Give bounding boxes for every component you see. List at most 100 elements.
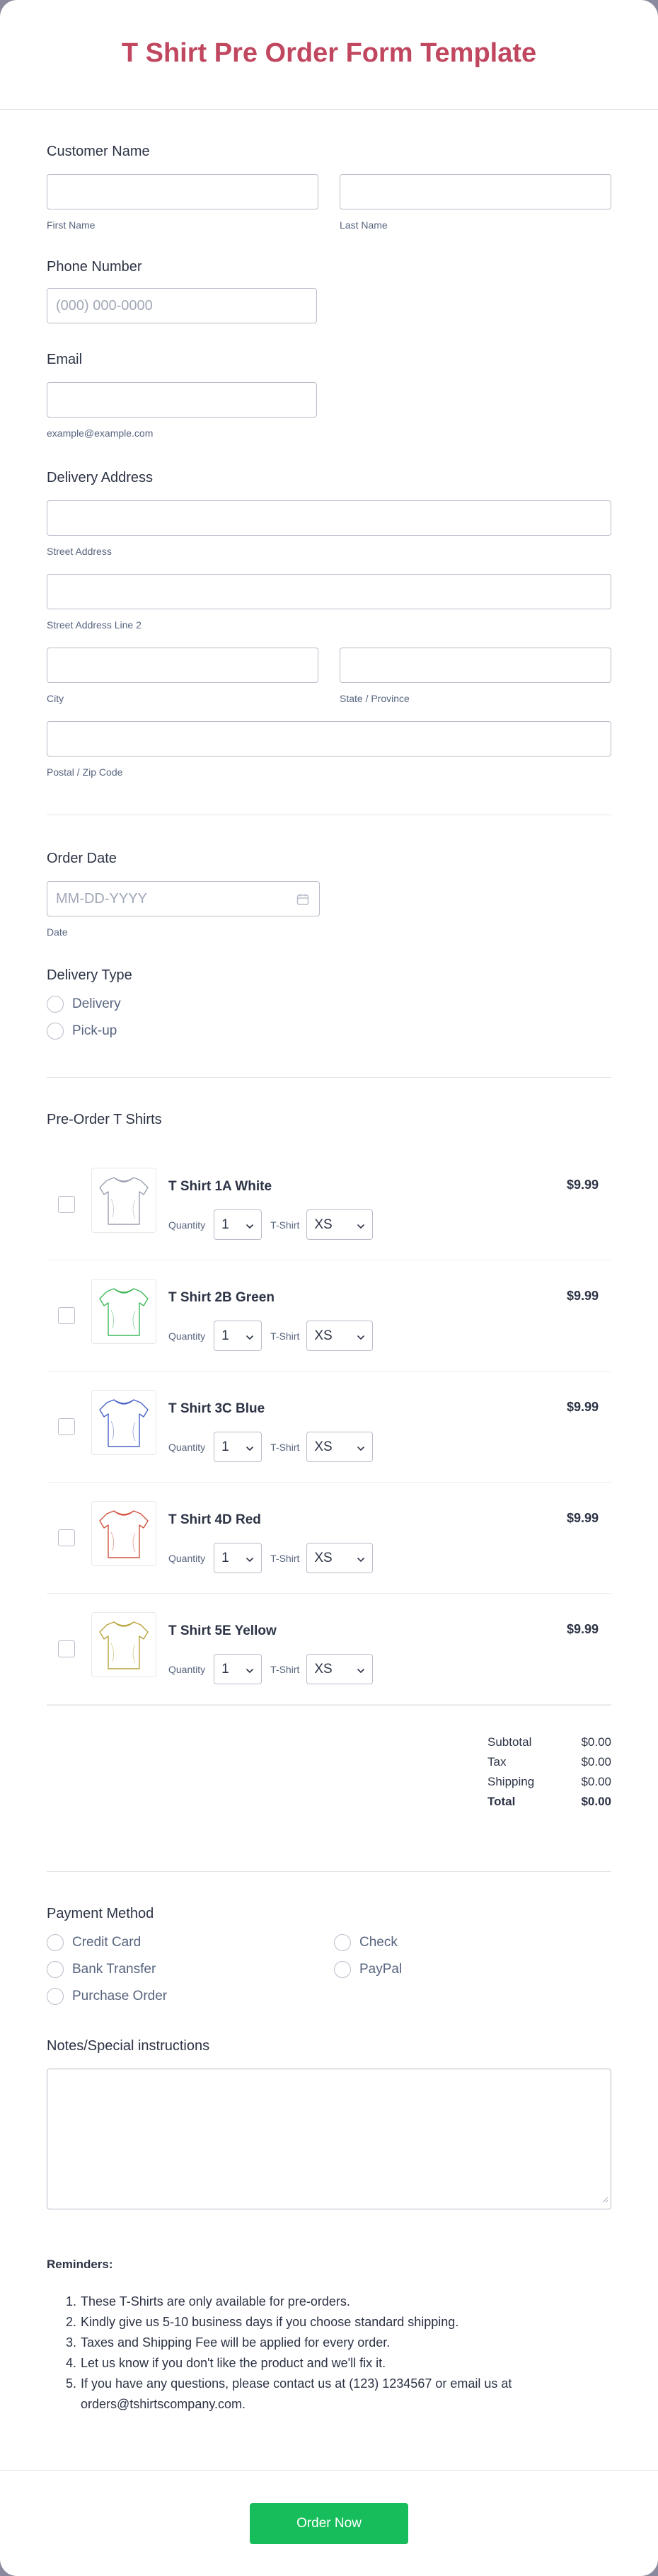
quantity-select[interactable]: 1 (214, 1321, 262, 1351)
street2-sublabel: Street Address Line 2 (47, 619, 142, 631)
shipping-value: $0.00 (581, 1775, 611, 1788)
pickup-radio[interactable] (47, 1023, 64, 1040)
size-label: T-Shirt (270, 1219, 300, 1231)
order-date-label: Order Date (47, 851, 117, 866)
product-checkbox[interactable] (58, 1307, 75, 1324)
paypal-radio[interactable] (334, 1961, 351, 1978)
product-checkbox[interactable] (58, 1196, 75, 1213)
product-checkbox[interactable] (58, 1640, 75, 1657)
delivery-option[interactable]: Delivery (47, 991, 611, 1018)
product-name: T Shirt 3C Blue (168, 1401, 265, 1416)
calendar-icon[interactable] (296, 893, 309, 910)
phone-field: Phone Number (000) 000-0000 (47, 259, 611, 323)
last-name-sublabel: Last Name (340, 219, 388, 231)
product-row: T Shirt 2B Green $9.99 Quantity 1 T-Shir… (47, 1260, 611, 1372)
zip-input[interactable] (47, 721, 611, 757)
street-sublabel: Street Address (47, 546, 112, 557)
phone-placeholder: (000) 000-0000 (56, 297, 153, 314)
product-checkbox[interactable] (58, 1529, 75, 1546)
product-price: $9.99 (566, 1178, 599, 1192)
notes-field: Notes/Special instructions (47, 2038, 611, 2209)
quantity-select[interactable]: 1 (214, 1543, 262, 1573)
product-checkbox[interactable] (58, 1418, 75, 1435)
chevron-down-icon (246, 1553, 254, 1568)
reminder-item: 2. Kindly give us 5-10 business days if y… (65, 2315, 459, 2329)
street2-input[interactable] (47, 574, 611, 609)
notes-label: Notes/Special instructions (47, 2038, 210, 2054)
last-name-input[interactable] (340, 174, 611, 209)
payment-option-purchase-order[interactable]: Purchase Order (47, 1983, 334, 2010)
credit-card-radio[interactable] (47, 1934, 64, 1951)
tshirt-image (91, 1501, 156, 1566)
payment-option-paypal[interactable]: PayPal (334, 1956, 402, 1983)
bank-transfer-radio[interactable] (47, 1961, 64, 1978)
tax-value: $0.00 (581, 1755, 611, 1769)
street-input[interactable] (47, 500, 611, 536)
size-select[interactable]: XS (306, 1543, 374, 1573)
delivery-radio[interactable] (47, 996, 64, 1013)
payment-option-credit-card[interactable]: Credit Card (47, 1929, 334, 1956)
products-divider (47, 1705, 611, 1706)
size-select[interactable]: XS (306, 1321, 374, 1351)
paypal-label: PayPal (359, 1962, 403, 1977)
first-name-input[interactable] (47, 174, 318, 209)
form-footer: Order Now (0, 2470, 658, 2576)
bank-transfer-label: Bank Transfer (72, 1962, 156, 1977)
tax-label: Tax (487, 1755, 507, 1769)
product-price: $9.99 (566, 1289, 599, 1303)
total-row: Total $0.00 (487, 1795, 611, 1815)
size-label: T-Shirt (270, 1330, 300, 1342)
resize-handle-icon[interactable] (601, 2194, 608, 2207)
order-date-input[interactable]: MM-DD-YYYY (47, 881, 320, 916)
payment-label: Payment Method (47, 1906, 154, 1921)
quantity-value: 1 (221, 1439, 229, 1454)
product-name: T Shirt 1A White (168, 1179, 272, 1194)
product-name: T Shirt 2B Green (168, 1290, 275, 1305)
form-title: T Shirt Pre Order Form Template (121, 38, 537, 68)
notes-textarea[interactable] (47, 2069, 611, 2209)
quantity-select[interactable]: 1 (214, 1432, 262, 1462)
email-input[interactable] (47, 382, 317, 418)
form-content: Customer Name First Name Last Name Phone… (0, 144, 658, 2415)
product-options: Quantity 1 T-Shirt XS (168, 1209, 374, 1240)
chevron-down-icon (246, 1219, 254, 1235)
city-sublabel: City (47, 693, 64, 704)
pickup-option[interactable]: Pick-up (47, 1018, 611, 1045)
check-radio[interactable] (334, 1934, 351, 1951)
size-select[interactable]: XS (306, 1432, 374, 1462)
quantity-select[interactable]: 1 (214, 1209, 262, 1240)
product-price: $9.99 (566, 1622, 599, 1636)
email-label: Email (47, 352, 83, 367)
size-select[interactable]: XS (306, 1209, 374, 1240)
preorder-field: Pre-Order T Shirts T Shirt 1A White $9.9… (47, 1112, 611, 1815)
preorder-label: Pre-Order T Shirts (47, 1112, 162, 1127)
delivery-type-label: Delivery Type (47, 967, 132, 983)
size-value: XS (314, 1661, 333, 1677)
state-input[interactable] (340, 648, 611, 683)
quantity-select[interactable]: 1 (214, 1654, 262, 1684)
product-row: T Shirt 3C Blue $9.99 Quantity 1 T-Shirt… (47, 1372, 611, 1483)
quantity-label: Quantity (168, 1663, 206, 1675)
tax-row: Tax $0.00 (487, 1755, 611, 1775)
city-input[interactable] (47, 648, 318, 683)
chevron-down-icon (357, 1442, 365, 1457)
size-select[interactable]: XS (306, 1654, 374, 1684)
order-now-button[interactable]: Order Now (250, 2503, 408, 2544)
credit-card-label: Credit Card (72, 1935, 142, 1950)
order-totals: Subtotal $0.00 Tax $0.00 Shipping $0.00 … (487, 1735, 611, 1815)
payment-field: Payment Method Credit Card Check Bank Tr… (47, 1906, 611, 2010)
phone-input[interactable]: (000) 000-0000 (47, 288, 317, 323)
chevron-down-icon (357, 1553, 365, 1568)
product-list: T Shirt 1A White $9.99 Quantity 1 T-Shir… (47, 1149, 611, 1705)
quantity-value: 1 (221, 1328, 229, 1343)
order-date-placeholder: MM-DD-YYYY (56, 890, 147, 907)
chevron-down-icon (357, 1330, 365, 1346)
product-row: T Shirt 5E Yellow $9.99 Quantity 1 T-Shi… (47, 1594, 611, 1705)
payment-option-check[interactable]: Check (334, 1929, 398, 1956)
product-options: Quantity 1 T-Shirt XS (168, 1432, 374, 1462)
address-label: Delivery Address (47, 470, 154, 485)
product-row: T Shirt 1A White $9.99 Quantity 1 T-Shir… (47, 1149, 611, 1260)
purchase-order-radio[interactable] (47, 1988, 64, 2005)
payment-option-bank-transfer[interactable]: Bank Transfer (47, 1956, 334, 1983)
delivery-option-label: Delivery (72, 996, 121, 1011)
